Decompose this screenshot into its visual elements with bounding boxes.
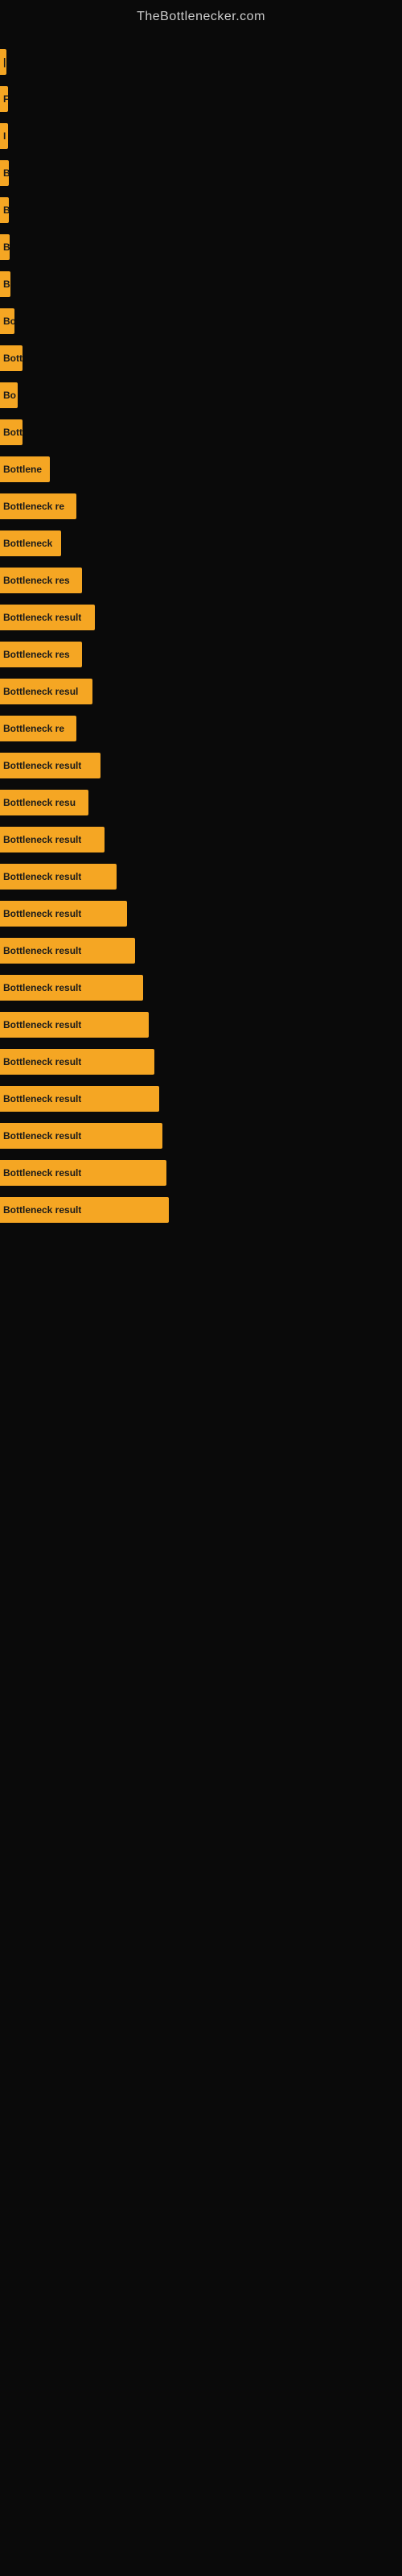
bar-row: Bottleneck result xyxy=(0,972,402,1003)
bar-label: B xyxy=(3,167,9,179)
bar-item: Bottleneck resu xyxy=(0,790,88,815)
bar-label: Bottleneck result xyxy=(3,1093,81,1104)
bar-label: F xyxy=(3,93,8,105)
bar-label: B xyxy=(3,242,10,253)
bar-row: B xyxy=(0,195,402,225)
bar-row: B xyxy=(0,232,402,262)
bar-row: Bottleneck result xyxy=(0,861,402,892)
bar-label: Bottleneck result xyxy=(3,1167,81,1179)
bar-label: Bottleneck re xyxy=(3,723,64,734)
bar-item: Bottleneck res xyxy=(0,642,82,667)
bar-item: Bottleneck result xyxy=(0,1012,149,1038)
bar-row: Bottleneck resu xyxy=(0,787,402,818)
bar-row: B xyxy=(0,158,402,188)
bar-item: B xyxy=(0,197,9,223)
bar-label: Bottleneck result xyxy=(3,908,81,919)
bar-row: B xyxy=(0,269,402,299)
bar-item: Bottleneck result xyxy=(0,901,127,927)
bar-row: Bottleneck result xyxy=(0,602,402,633)
bar-label: Bottleneck result xyxy=(3,1019,81,1030)
bar-item: Bottleneck re xyxy=(0,493,76,519)
bar-row: | xyxy=(0,47,402,77)
bar-label: Bottleneck result xyxy=(3,1204,81,1216)
bar-item: B xyxy=(0,234,10,260)
bar-item: Bottleneck resul xyxy=(0,679,92,704)
bar-item: Bottleneck result xyxy=(0,753,100,778)
bar-label: Bott xyxy=(3,427,23,438)
bar-item: Bott xyxy=(0,345,23,371)
bar-item: F xyxy=(0,86,8,112)
bar-label: B xyxy=(3,204,9,216)
bar-row: Bottleneck result xyxy=(0,898,402,929)
bar-row: Bottleneck result xyxy=(0,1046,402,1077)
bar-label: Bottleneck res xyxy=(3,575,70,586)
bar-item: Bottleneck result xyxy=(0,1086,159,1112)
bar-label: Bottleneck xyxy=(3,538,52,549)
bar-item: Bottleneck result xyxy=(0,827,105,852)
bar-row: Bottleneck res xyxy=(0,565,402,596)
bar-item: B xyxy=(0,271,10,297)
bar-row: Bottleneck res xyxy=(0,639,402,670)
bar-row: Bottleneck re xyxy=(0,491,402,522)
site-title: TheBottlenecker.com xyxy=(0,0,402,31)
bar-row: Bottlene xyxy=(0,454,402,485)
bar-label: Bottleneck result xyxy=(3,945,81,956)
bar-item: Bottleneck result xyxy=(0,1197,169,1223)
bars-container: | F I B B B B Bo Bott Bo Bott Bottlene Bottleneck re… xyxy=(0,31,402,1232)
bar-item: Bottleneck result xyxy=(0,1123,162,1149)
bar-label: Bott xyxy=(3,353,23,364)
bar-label: Bottleneck result xyxy=(3,871,81,882)
bar-row: Bottleneck resul xyxy=(0,676,402,707)
bar-label: Bottleneck re xyxy=(3,501,64,512)
bar-item: Bottleneck result xyxy=(0,605,95,630)
bar-row: Bottleneck re xyxy=(0,713,402,744)
bar-item: Bottleneck result xyxy=(0,1160,166,1186)
bar-label: Bottleneck result xyxy=(3,1130,81,1141)
bar-item: Bottleneck result xyxy=(0,1049,154,1075)
bar-label: Bottleneck result xyxy=(3,982,81,993)
bar-item: Bottleneck re xyxy=(0,716,76,741)
bar-item: Bottleneck res xyxy=(0,568,82,593)
bar-label: I xyxy=(3,130,6,142)
bar-label: Bottleneck result xyxy=(3,1056,81,1067)
bar-label: Bottleneck result xyxy=(3,834,81,845)
bar-row: Bottleneck result xyxy=(0,1009,402,1040)
bar-row: F xyxy=(0,84,402,114)
bar-label: Bottlene xyxy=(3,464,42,475)
bar-label: Bottleneck resu xyxy=(3,797,76,808)
bar-item: Bottleneck result xyxy=(0,938,135,964)
bar-row: Bott xyxy=(0,417,402,448)
bar-item: Bottlene xyxy=(0,456,50,482)
bar-item: Bottleneck result xyxy=(0,864,117,890)
bar-label: B xyxy=(3,279,10,290)
bar-item: Bo xyxy=(0,308,14,334)
bar-row: Bottleneck result xyxy=(0,935,402,966)
bar-row: Bo xyxy=(0,306,402,336)
bar-row: Bottleneck result xyxy=(0,824,402,855)
bar-row: Bottleneck xyxy=(0,528,402,559)
bar-row: Bo xyxy=(0,380,402,411)
bar-row: Bottleneck result xyxy=(0,1121,402,1151)
bar-label: Bo xyxy=(3,390,16,401)
bar-item: Bott xyxy=(0,419,23,445)
bar-row: Bottleneck result xyxy=(0,1084,402,1114)
bar-label: Bo xyxy=(3,316,14,327)
bar-row: Bottleneck result xyxy=(0,750,402,781)
bar-label: Bottleneck res xyxy=(3,649,70,660)
bar-row: I xyxy=(0,121,402,151)
bar-item: Bo xyxy=(0,382,18,408)
bar-label: Bottleneck result xyxy=(3,612,81,623)
bar-label: Bottleneck result xyxy=(3,760,81,771)
bar-label: Bottleneck resul xyxy=(3,686,78,697)
bar-row: Bottleneck result xyxy=(0,1195,402,1225)
bar-item: B xyxy=(0,160,9,186)
bar-item: Bottleneck xyxy=(0,530,61,556)
bar-row: Bottleneck result xyxy=(0,1158,402,1188)
bar-item: Bottleneck result xyxy=(0,975,143,1001)
bar-item: I xyxy=(0,123,8,149)
bar-item: | xyxy=(0,49,6,75)
bar-label: | xyxy=(3,56,6,68)
bar-row: Bott xyxy=(0,343,402,374)
